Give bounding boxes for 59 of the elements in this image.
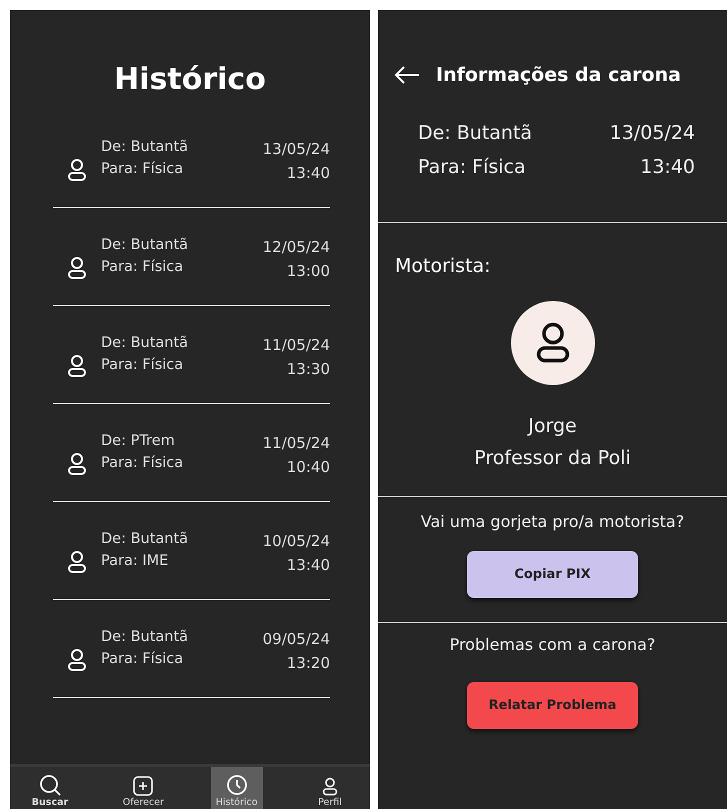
destination-text: Para: Física bbox=[101, 161, 184, 177]
search-icon bbox=[39, 774, 61, 796]
origin-text: De: Butantã bbox=[418, 122, 532, 144]
ride-item[interactable]: De: Butantã Para: Física 13/05/24 13:40 bbox=[53, 122, 330, 208]
destination-text: Para: Física bbox=[418, 156, 527, 178]
date-text: 11/05/24 bbox=[262, 336, 330, 354]
person-icon bbox=[67, 158, 87, 182]
origin-text: De: Butantã bbox=[101, 629, 190, 645]
person-icon bbox=[534, 321, 570, 365]
back-arrow-icon[interactable] bbox=[394, 66, 420, 84]
time-text: 10:40 bbox=[286, 458, 330, 476]
section-heading: Motorista: bbox=[394, 254, 492, 277]
date-text: 10/05/24 bbox=[262, 532, 330, 550]
person-icon bbox=[322, 776, 338, 796]
date-text: 13/05/24 bbox=[262, 140, 330, 158]
destination-text: Para: Física bbox=[101, 357, 184, 373]
time-text: 13:40 bbox=[286, 164, 330, 182]
ride-item[interactable]: De: Butantã Para: Física 12/05/24 13:00 bbox=[53, 220, 330, 306]
tip-question: Vai uma gorjeta pro/a motorista? bbox=[420, 512, 686, 531]
origin-text: De: Butantã bbox=[101, 335, 190, 351]
time-text: 13:40 bbox=[640, 156, 695, 178]
origin-text: De: PTrem bbox=[101, 433, 176, 449]
date-text: 12/05/24 bbox=[262, 238, 330, 256]
add-icon bbox=[133, 776, 154, 796]
nav-tab[interactable]: Oferecer bbox=[117, 767, 170, 809]
time-text: 13:20 bbox=[286, 654, 330, 672]
driver-name: Jorge bbox=[528, 415, 577, 437]
driver-role: Professor da Poli bbox=[474, 447, 631, 469]
person-icon bbox=[67, 354, 87, 378]
origin-text: De: Butantã bbox=[101, 237, 190, 253]
ride-item[interactable]: De: PTrem Para: Física 11/05/24 10:40 bbox=[53, 416, 330, 502]
date-text: 13/05/24 bbox=[610, 122, 695, 144]
time-text: 13:30 bbox=[286, 360, 330, 378]
person-icon bbox=[67, 648, 87, 672]
nav-tab[interactable]: Buscar bbox=[24, 767, 76, 809]
clock-icon bbox=[226, 774, 248, 796]
screen-title: Histórico bbox=[113, 62, 267, 97]
screen-title: Informações da carona bbox=[436, 64, 681, 86]
ride-item[interactable]: De: Butantã Para: IME 10/05/24 13:40 bbox=[53, 514, 330, 600]
copy-pix-button[interactable]: Copiar PIX bbox=[467, 551, 638, 598]
nav-tab[interactable]: Histórico bbox=[210, 767, 263, 809]
date-text: 09/05/24 bbox=[262, 630, 330, 648]
problem-question: Problemas com a carona? bbox=[448, 635, 656, 654]
destination-text: Para: IME bbox=[101, 553, 170, 569]
date-text: 11/05/24 bbox=[262, 434, 330, 452]
nav-tab[interactable]: Perfil bbox=[304, 767, 356, 809]
destination-text: Para: Física bbox=[101, 651, 184, 667]
ride-item[interactable]: De: Butantã Para: Física 09/05/24 13:20 bbox=[53, 612, 330, 698]
person-icon bbox=[67, 256, 87, 280]
destination-text: Para: Física bbox=[101, 259, 184, 275]
report-problem-button[interactable]: Relatar Problema bbox=[467, 682, 638, 729]
person-icon bbox=[67, 452, 87, 476]
destination-text: Para: Física bbox=[101, 455, 184, 471]
person-icon bbox=[67, 550, 87, 574]
ride-item[interactable]: De: Butantã Para: Física 11/05/24 13:30 bbox=[53, 318, 330, 404]
origin-text: De: Butantã bbox=[101, 139, 190, 155]
time-text: 13:00 bbox=[286, 262, 330, 280]
origin-text: De: Butantã bbox=[101, 531, 190, 547]
time-text: 13:40 bbox=[286, 556, 330, 574]
